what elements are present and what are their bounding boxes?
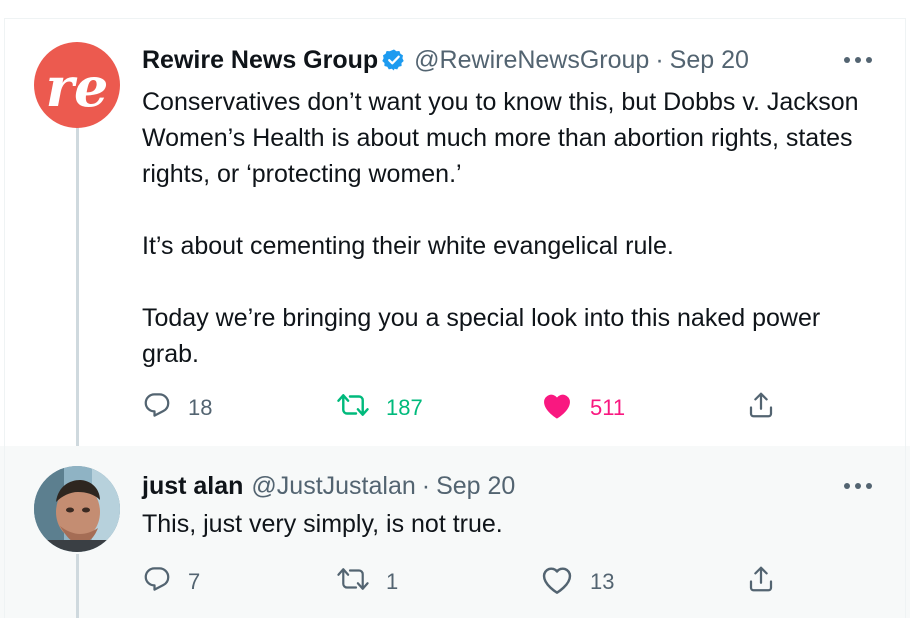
rewire-logo: re — [46, 55, 109, 119]
tweet-actions: 18 187 511 — [142, 388, 882, 428]
tweet-text: Conservatives don’t want you to know thi… — [142, 84, 882, 372]
author-name[interactable]: just alan — [142, 472, 243, 501]
author-handle[interactable]: @JustJustalan — [251, 472, 415, 501]
like-icon — [540, 564, 574, 600]
reply-button[interactable]: 18 — [142, 388, 212, 428]
share-button[interactable] — [746, 562, 776, 602]
like-button[interactable]: 13 — [540, 562, 614, 602]
retweet-count: 1 — [386, 569, 399, 594]
tweet-paragraph: Conservatives don’t want you to know thi… — [142, 88, 859, 188]
reply-icon — [142, 390, 172, 426]
like-count: 511 — [590, 395, 626, 420]
tweet-paragraph: It’s about cementing their white evangel… — [142, 232, 674, 260]
tweet-date[interactable]: Sep 20 — [670, 46, 749, 75]
reply-count: 18 — [188, 395, 213, 420]
retweet-button[interactable]: 1 — [336, 562, 398, 602]
like-button[interactable]: 511 — [540, 388, 625, 428]
user-photo — [34, 466, 120, 552]
tweet-paragraph: Today we’re bringing you a special look … — [142, 304, 821, 368]
more-icon[interactable] — [840, 48, 876, 72]
reply-button[interactable]: 7 — [142, 562, 200, 602]
tweet-paragraph: This, just very simply, is not true. — [142, 510, 503, 538]
tweet-date[interactable]: Sep 20 — [436, 472, 515, 501]
tweet-actions: 7 1 13 — [142, 562, 882, 602]
like-icon — [540, 390, 574, 426]
author-handle[interactable]: @RewireNewsGroup — [414, 46, 649, 75]
verified-badge-icon — [382, 48, 406, 72]
share-icon — [746, 390, 776, 426]
retweet-icon — [336, 390, 370, 426]
retweet-count: 187 — [386, 395, 423, 420]
rewire-logo-text: re — [46, 55, 109, 119]
retweet-button[interactable]: 187 — [336, 388, 423, 428]
author-name[interactable]: Rewire News Group — [142, 46, 378, 75]
avatar-just-alan[interactable] — [34, 466, 120, 552]
tweet-header: Rewire News Group @RewireNewsGroup · Sep… — [142, 44, 749, 76]
tweet-text: This, just very simply, is not true. — [142, 506, 882, 542]
share-icon — [746, 564, 776, 600]
separator-dot: · — [655, 45, 664, 74]
thread-connector-line — [76, 554, 79, 618]
separator-dot: · — [421, 471, 431, 500]
reply-icon — [142, 564, 172, 600]
more-icon[interactable] — [840, 474, 876, 498]
reply-count: 7 — [188, 569, 201, 594]
thread-connector-line — [76, 120, 79, 446]
avatar-rewire[interactable]: re — [34, 42, 120, 128]
tweet-header: just alan @JustJustalan · Sep 20 — [142, 470, 515, 502]
share-button[interactable] — [746, 388, 776, 428]
like-count: 13 — [590, 569, 615, 594]
retweet-icon — [336, 564, 370, 600]
